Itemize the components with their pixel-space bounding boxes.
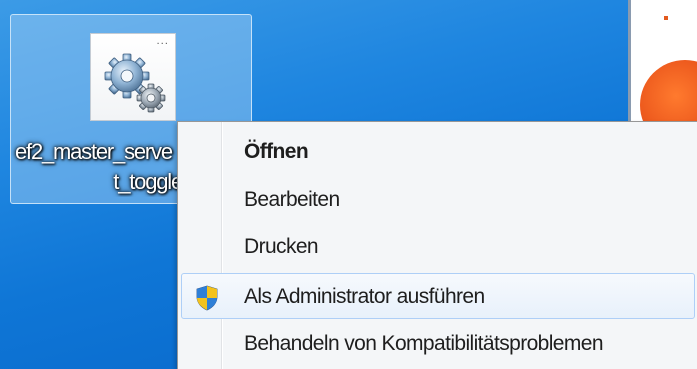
menu-item-print[interactable]: Drucken xyxy=(181,224,695,270)
file-thumbnail: ... xyxy=(90,33,176,121)
menu-item-open[interactable]: Öffnen xyxy=(181,129,695,175)
menu-item-label: Behandeln von Kompatibilitätsproblemen xyxy=(244,332,604,355)
thumbnail-dots: ... xyxy=(156,36,169,47)
shield-icon xyxy=(195,285,219,311)
menu-item-run-as-administrator[interactable]: Als Administrator ausführen xyxy=(181,273,695,319)
menu-item-edit[interactable]: Bearbeiten xyxy=(181,177,695,223)
menu-item-label: Bearbeiten xyxy=(244,188,340,211)
menu-item-label: Öffnen xyxy=(244,140,309,163)
menu-item-label: Drucken xyxy=(244,235,319,258)
file-icon-label-line2: t_toggle xyxy=(113,169,183,194)
file-icon-label: ef2_master_serve t_toggle xyxy=(11,137,186,197)
window-accent-dot xyxy=(664,16,668,20)
file-icon-label-line1: ef2_master_serve xyxy=(15,139,173,164)
menu-item-label: Als Administrator ausführen xyxy=(244,285,485,308)
gear-icon xyxy=(101,48,167,114)
desktop-background: ... ef2_master_serve t_toggle Öffnen Bea… xyxy=(0,0,697,369)
context-menu: Öffnen Bearbeiten Drucken Als Administra… xyxy=(177,121,697,369)
menu-item-troubleshoot-compatibility[interactable]: Behandeln von Kompatibilitätsproblemen xyxy=(181,321,695,367)
